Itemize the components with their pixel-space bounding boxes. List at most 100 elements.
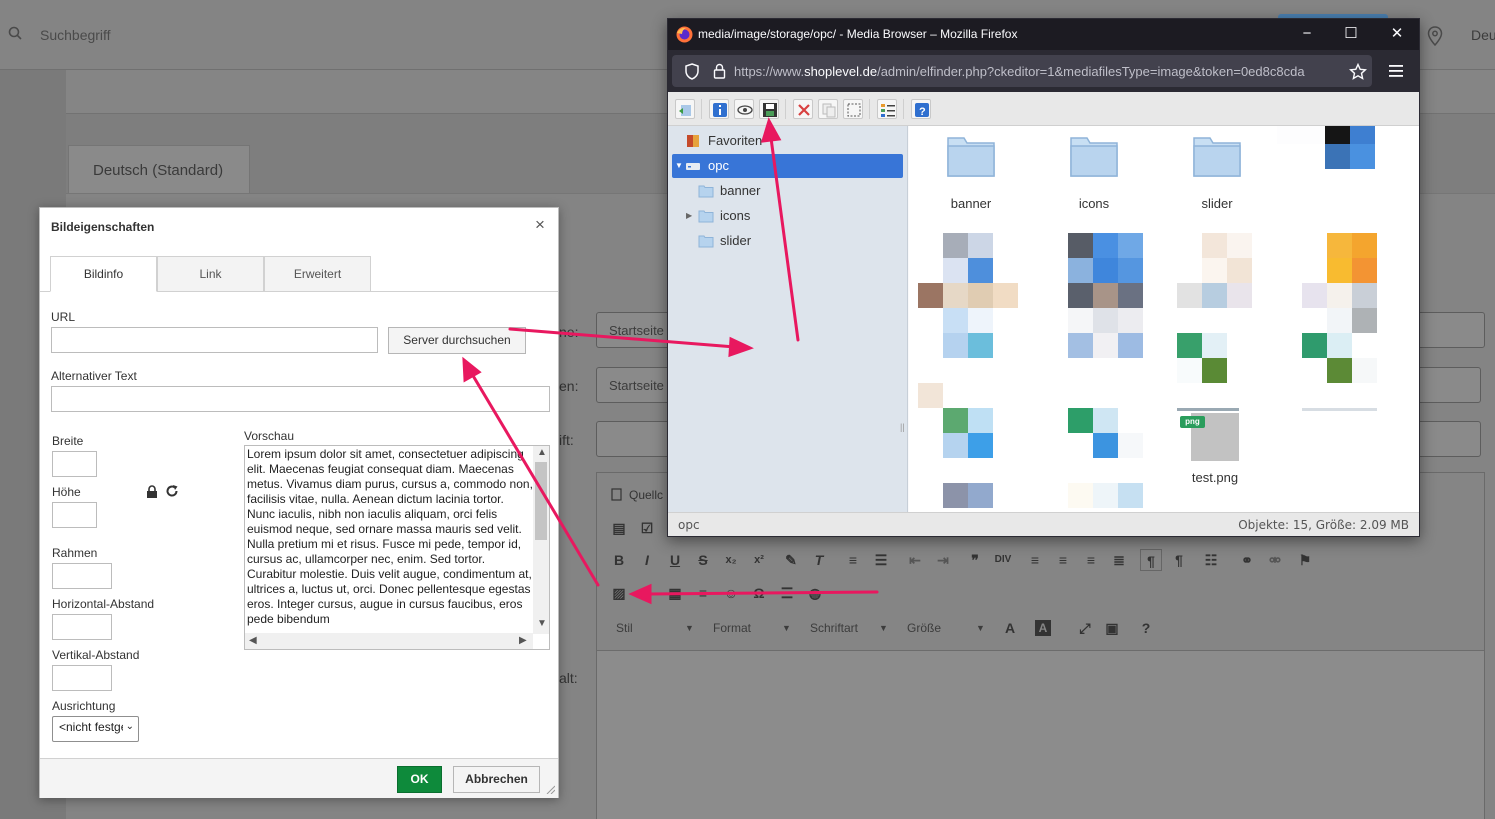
help-icon[interactable]: ? <box>1135 617 1157 639</box>
remove-format-icon[interactable]: T <box>808 549 830 571</box>
preview-button[interactable] <box>734 99 754 119</box>
preview-panel[interactable]: Lorem ipsum dolor sit amet, consectetuer… <box>244 445 550 650</box>
checkbox-icon[interactable]: ☑ <box>636 517 658 539</box>
file-name[interactable]: test.png <box>1169 470 1261 485</box>
view-list-button[interactable] <box>877 99 897 119</box>
size-combo[interactable]: Größe <box>907 618 941 638</box>
bold-icon[interactable]: B <box>608 549 630 571</box>
width-field[interactable] <box>52 451 97 477</box>
div-container-icon[interactable]: DIV <box>992 549 1014 571</box>
lock-icon[interactable] <box>713 63 726 79</box>
template-icon[interactable]: ▤ <box>608 517 630 539</box>
admin-language-selector[interactable]: Deu <box>1471 27 1495 43</box>
source-button-label[interactable]: Quellc <box>629 488 663 502</box>
admin-search-input[interactable]: Suchbegriff <box>40 27 111 43</box>
italic-icon[interactable]: I <box>636 549 658 571</box>
table-icon[interactable]: ▦ <box>664 582 686 604</box>
download-button[interactable] <box>759 99 779 119</box>
tree-item-favorites[interactable]: Favoriten <box>672 129 903 153</box>
reset-size-icon[interactable] <box>165 484 179 498</box>
tree-item-icons[interactable]: ▶ icons <box>672 204 903 228</box>
preview-horizontal-scrollbar[interactable]: ◀ ▶ <box>245 633 533 649</box>
hamburger-menu-icon[interactable] <box>1388 64 1404 78</box>
image-icon[interactable]: ▨ <box>608 582 630 604</box>
link-icon[interactable]: ⚭ <box>1236 549 1258 571</box>
font-combo[interactable]: Schriftart <box>810 618 858 638</box>
anchor-flag-icon[interactable]: ⚑ <box>1294 549 1316 571</box>
vspace-field[interactable] <box>52 665 112 691</box>
image-thumbnails[interactable] <box>909 126 1419 512</box>
info-button[interactable] <box>709 99 729 119</box>
blockquote-icon[interactable]: ❞ <box>964 549 986 571</box>
help-button[interactable]: ? <box>911 99 931 119</box>
resize-grip-icon[interactable] <box>545 784 555 794</box>
close-icon[interactable]: × <box>532 216 548 233</box>
tab-deutsch[interactable]: Deutsch (Standard) <box>68 145 250 193</box>
superscript-icon[interactable]: x² <box>748 549 770 571</box>
minimize-icon[interactable]: − <box>1297 25 1317 43</box>
scroll-down-icon[interactable]: ▼ <box>537 618 547 629</box>
tab-bildinfo[interactable]: Bildinfo <box>50 256 157 292</box>
collapsed-caret-icon[interactable]: ▶ <box>686 204 692 228</box>
horizontal-rule-icon[interactable]: ≡ <box>692 582 714 604</box>
smiley-icon[interactable]: ☺ <box>720 582 742 604</box>
browse-server-button[interactable]: Server durchsuchen <box>388 327 526 354</box>
tree-item-opc[interactable]: ▼ opc <box>672 154 903 178</box>
numbered-list-icon[interactable]: ≡ <box>842 549 864 571</box>
panel-resize-handle[interactable]: || <box>900 422 905 432</box>
rtl-icon[interactable]: ¶ <box>1168 549 1190 571</box>
scroll-right-icon[interactable]: ▶ <box>519 635 527 646</box>
ok-button[interactable]: OK <box>397 766 442 793</box>
scroll-up-icon[interactable]: ▲ <box>537 447 547 458</box>
back-button[interactable] <box>675 99 695 119</box>
indent-icon[interactable]: ⇥ <box>932 549 954 571</box>
flash-icon[interactable]: ◐ <box>636 582 658 604</box>
delete-button[interactable] <box>793 99 813 119</box>
outdent-icon[interactable]: ⇤ <box>904 549 926 571</box>
address-field[interactable]: https://www.shoplevel.de/admin/elfinder.… <box>672 55 1372 87</box>
subscript-icon[interactable]: x₂ <box>720 549 742 571</box>
underline-icon[interactable]: U <box>664 549 686 571</box>
show-blocks-icon[interactable]: ▣ <box>1101 617 1123 639</box>
bookmark-star-icon[interactable] <box>1349 63 1367 81</box>
tree-item-slider[interactable]: slider <box>672 229 903 253</box>
style-combo[interactable]: Stil <box>616 618 633 638</box>
maximize-icon[interactable]: ☐ <box>1341 25 1361 43</box>
preview-vertical-scrollbar[interactable]: ▲ ▼ <box>533 446 549 634</box>
align-center-icon[interactable]: ≡ <box>1052 549 1074 571</box>
ltr-icon[interactable]: ¶ <box>1140 549 1162 571</box>
lock-ratio-icon[interactable] <box>146 485 158 499</box>
hspace-field[interactable] <box>52 614 112 640</box>
height-field[interactable] <box>52 502 97 528</box>
alt-text-field[interactable] <box>51 386 550 412</box>
select-all-button[interactable] <box>843 99 863 119</box>
page-break-icon[interactable]: ☰ <box>776 582 798 604</box>
scrollbar-thumb[interactable] <box>535 462 547 540</box>
alignment-select[interactable]: <nicht festgelegt> ⌄ <box>52 716 139 742</box>
align-justify-icon[interactable]: ≣ <box>1108 549 1130 571</box>
iframe-icon[interactable]: ◍ <box>804 582 826 604</box>
unlink-icon[interactable]: ⚮ <box>1264 549 1286 571</box>
url-field[interactable] <box>51 327 378 353</box>
close-icon[interactable]: ✕ <box>1387 25 1407 43</box>
bullet-list-icon[interactable]: ☰ <box>870 549 892 571</box>
format-combo[interactable]: Format <box>713 618 751 638</box>
tab-erweitert[interactable]: Erweitert <box>264 256 371 292</box>
maximize-icon[interactable]: ⤢ <box>1074 617 1096 639</box>
align-right-icon[interactable]: ≡ <box>1080 549 1102 571</box>
copy-button[interactable] <box>818 99 838 119</box>
cancel-button[interactable]: Abbrechen <box>453 766 540 793</box>
border-field[interactable] <box>52 563 112 589</box>
editor-content-area[interactable] <box>597 650 1484 819</box>
expand-caret-icon[interactable]: ▼ <box>675 154 683 178</box>
special-char-icon[interactable]: Ω <box>748 582 770 604</box>
text-color-icon[interactable]: A <box>999 617 1021 639</box>
format-brush-icon[interactable]: ✎ <box>780 549 802 571</box>
language-icon[interactable]: ☷ <box>1200 549 1222 571</box>
scroll-left-icon[interactable]: ◀ <box>249 635 257 646</box>
tree-item-banner[interactable]: banner <box>672 179 903 203</box>
strikethrough-icon[interactable]: S <box>692 549 714 571</box>
tab-link[interactable]: Link <box>157 256 264 292</box>
align-left-icon[interactable]: ≡ <box>1024 549 1046 571</box>
shield-icon[interactable] <box>684 63 700 80</box>
